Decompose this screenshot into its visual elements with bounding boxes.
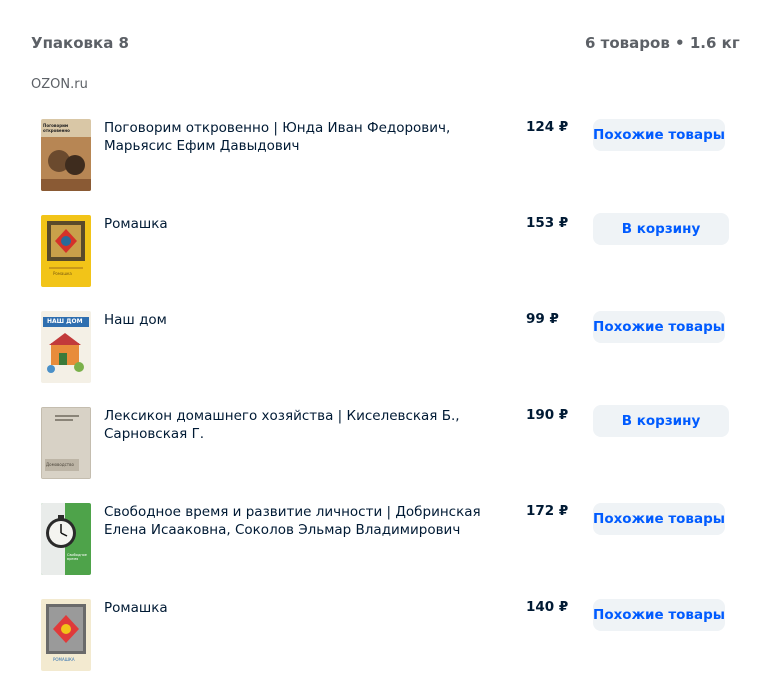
product-price: 124 ₽ — [526, 119, 569, 135]
seller-name[interactable]: OZON.ru — [31, 77, 88, 92]
product-name[interactable]: Свободное время и развитие личности | До… — [104, 503, 514, 539]
product-price: 140 ₽ — [526, 599, 569, 615]
product-price: 172 ₽ — [526, 503, 569, 519]
add-to-cart-button[interactable]: В корзину — [593, 213, 729, 245]
cover-title: Ромашка — [53, 271, 72, 276]
cover-title: Свободное время — [67, 553, 87, 561]
package-title: Упаковка 8 — [31, 34, 129, 52]
book-cover-image[interactable]: Поговорим откровенно — [41, 119, 91, 191]
cover-title: Поговорим откровенно — [43, 123, 70, 133]
list-item: Свободное время Свободное время и развит… — [0, 503, 761, 599]
book-cover-image[interactable]: Домоводство — [41, 407, 91, 479]
product-price: 99 ₽ — [526, 311, 559, 327]
list-item: Поговорим откровенно Поговорим откровенн… — [0, 119, 761, 215]
book-cover-image[interactable]: НАШ ДОМ — [41, 311, 91, 383]
product-price: 190 ₽ — [526, 407, 569, 423]
product-name[interactable]: Поговорим откровенно | Юнда Иван Федоров… — [104, 119, 514, 155]
similar-products-button[interactable]: Похожие товары — [593, 119, 725, 151]
product-name[interactable]: Лексикон домашнего хозяйства | Киселевск… — [104, 407, 514, 443]
package-summary: 6 товаров • 1.6 кг — [585, 34, 740, 52]
list-item: РОМАШКА Ромашка 140 ₽ Похожие товары — [0, 599, 761, 695]
product-name[interactable]: Ромашка — [104, 215, 514, 233]
book-cover-image[interactable]: Свободное время — [41, 503, 91, 575]
similar-products-button[interactable]: Похожие товары — [593, 503, 725, 535]
list-item: НАШ ДОМ Наш дом 99 ₽ Похожие товары — [0, 311, 761, 407]
similar-products-button[interactable]: Похожие товары — [593, 599, 725, 631]
book-cover-image[interactable]: РОМАШКА — [41, 599, 91, 671]
cover-title: НАШ ДОМ — [47, 318, 83, 325]
product-price: 153 ₽ — [526, 215, 569, 231]
list-item: Ромашка Ромашка 153 ₽ В корзину — [0, 213, 761, 311]
product-name[interactable]: Ромашка — [104, 599, 514, 617]
similar-products-button[interactable]: Похожие товары — [593, 311, 725, 343]
add-to-cart-button[interactable]: В корзину — [593, 405, 729, 437]
cover-title: Домоводство — [46, 462, 74, 467]
cover-title: РОМАШКА — [53, 657, 75, 662]
list-item: Домоводство Лексикон домашнего хозяйства… — [0, 405, 761, 503]
product-name[interactable]: Наш дом — [104, 311, 514, 329]
book-cover-image[interactable]: Ромашка — [41, 215, 91, 287]
